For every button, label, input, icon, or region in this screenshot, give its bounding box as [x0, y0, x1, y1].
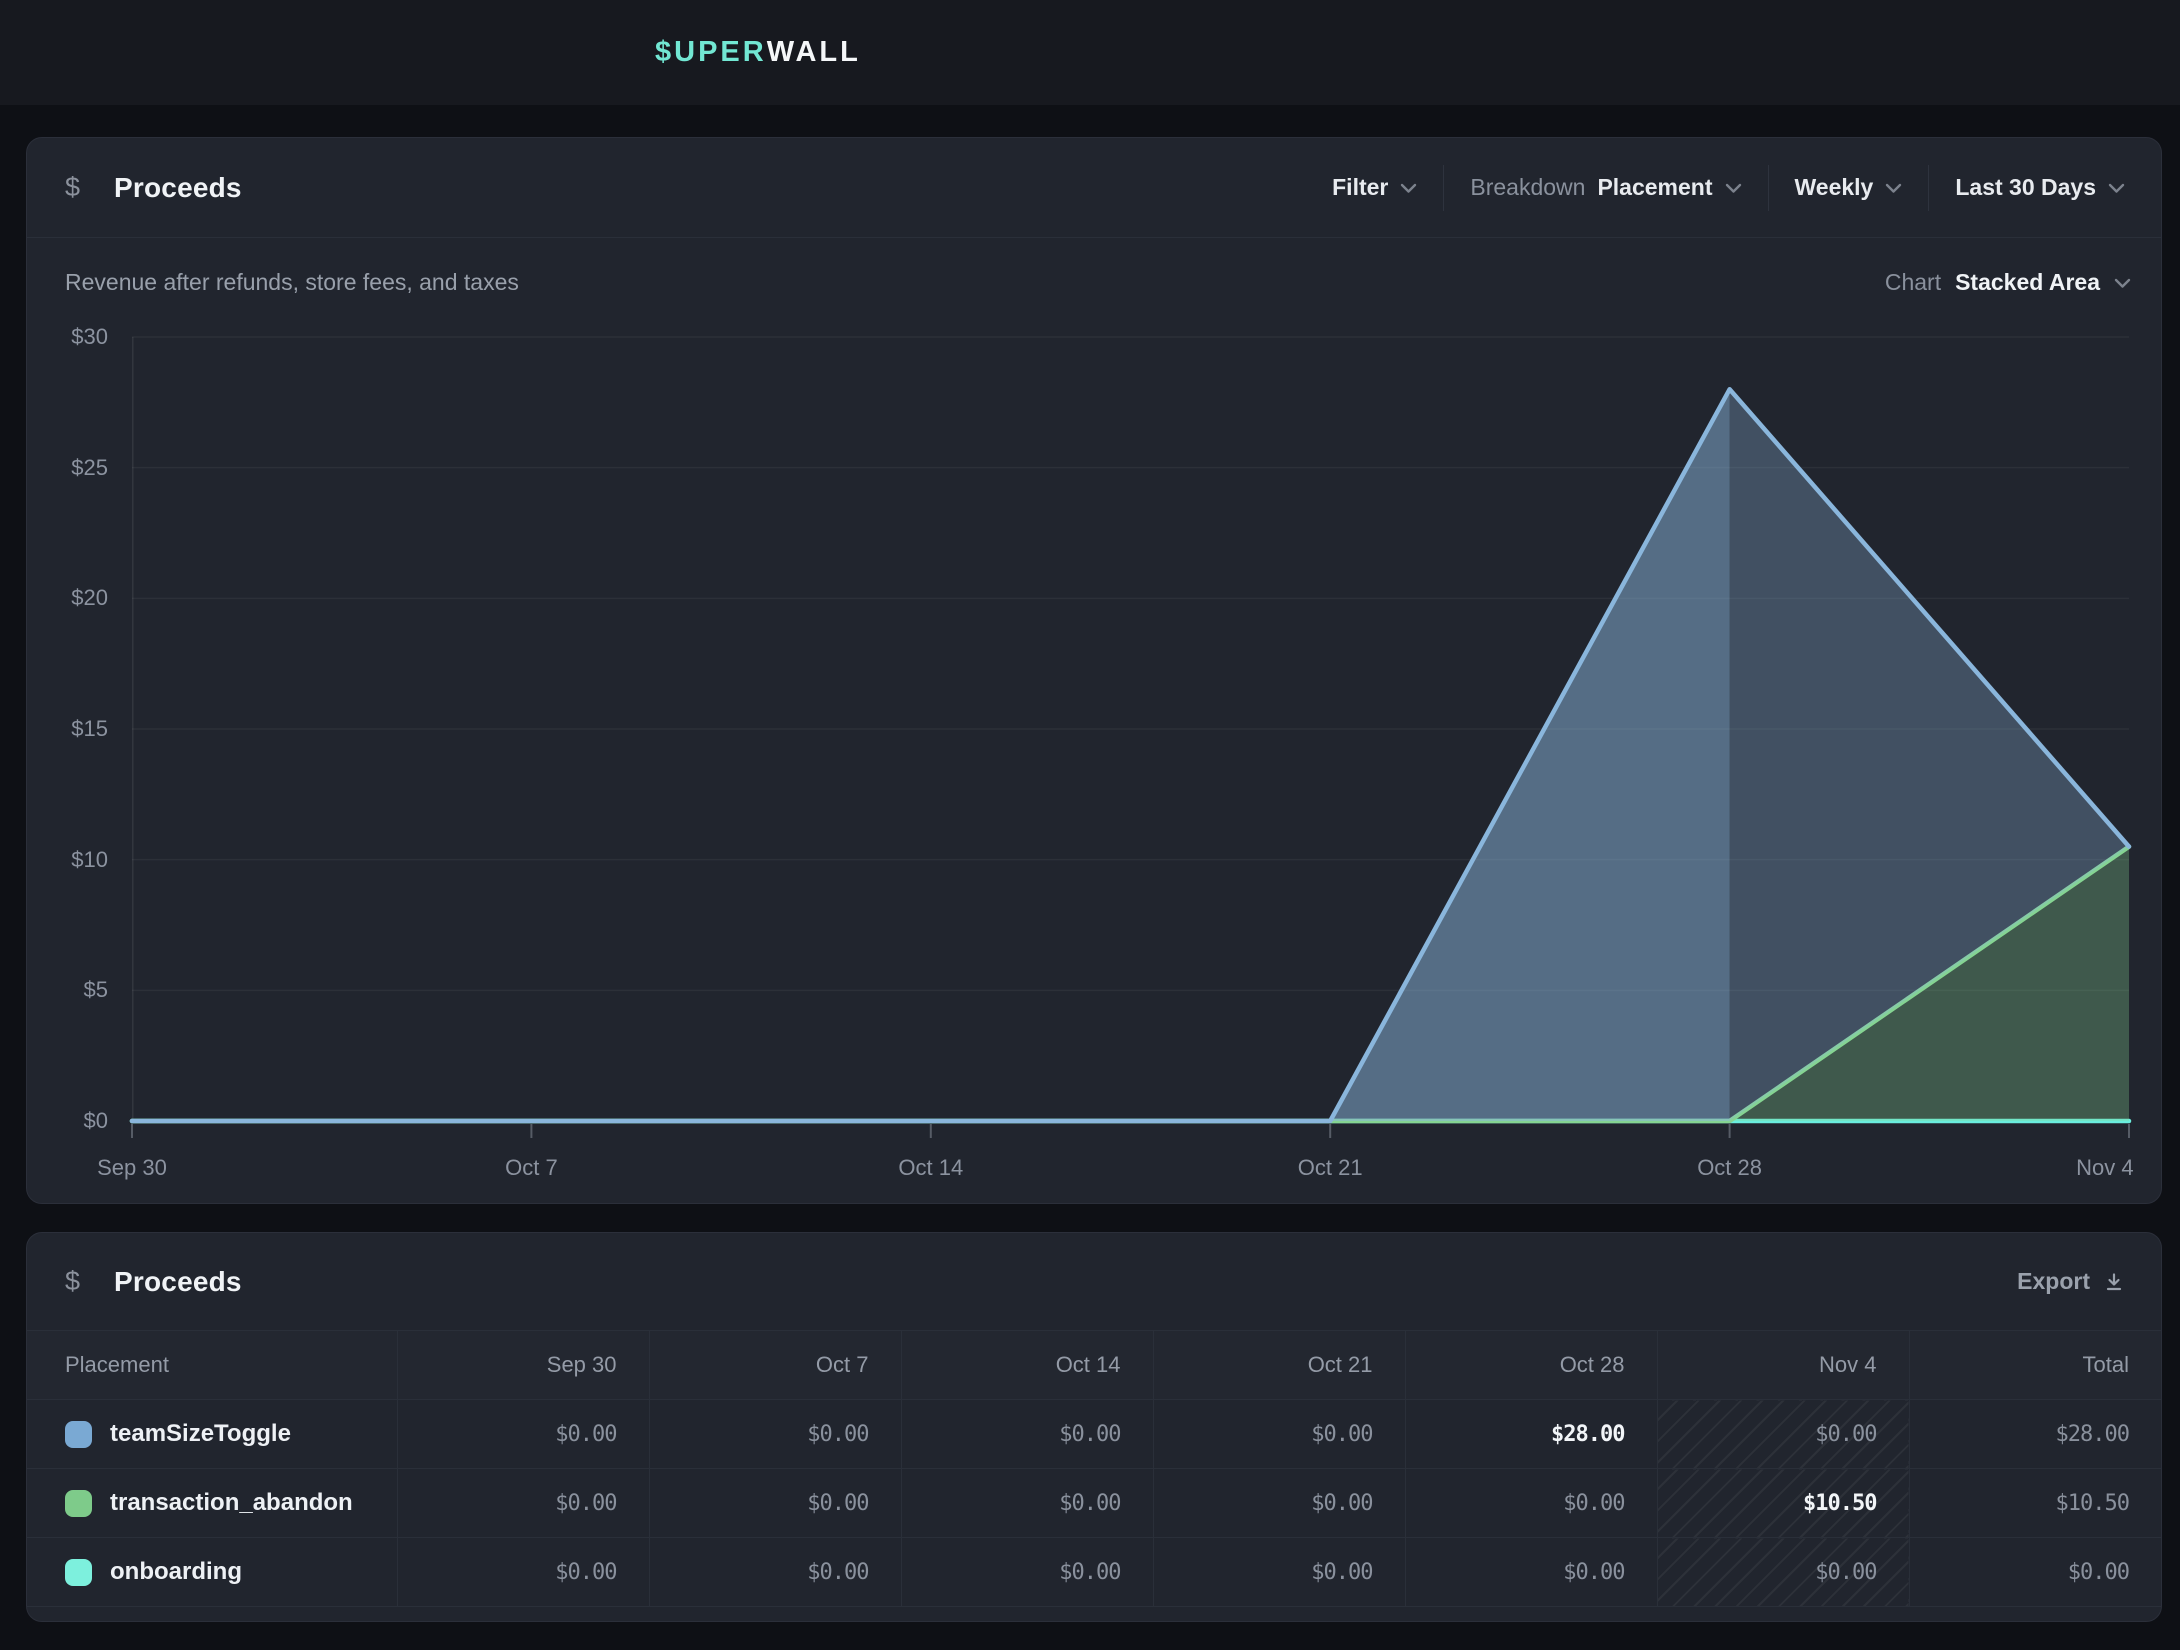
series-color-swatch	[65, 1421, 92, 1448]
y-axis-label: $25	[27, 454, 108, 482]
chart-sub-row: Revenue after refunds, store fees, and t…	[27, 250, 2161, 314]
export-button[interactable]: Export	[2017, 1268, 2124, 1295]
column-header-total: Total	[1909, 1331, 2161, 1400]
table-header-row: PlacementSep 30Oct 7Oct 14Oct 21Oct 28No…	[27, 1331, 2161, 1400]
superwall-logo[interactable]: $UPERWALL	[655, 0, 861, 105]
chart-card-header: $ Proceeds Filter Breakdown Placement We…	[27, 138, 2161, 238]
chevron-down-icon	[1885, 183, 1902, 194]
column-header-nov-4: Nov 4	[1657, 1331, 1909, 1400]
placement-name: teamSizeToggle	[110, 1420, 291, 1448]
y-axis-label: $0	[27, 1107, 108, 1135]
value-cell: $0.00	[901, 1400, 1153, 1469]
placement-name-cell: transaction_abandon	[27, 1469, 397, 1538]
value-cell: $0.00	[397, 1538, 649, 1607]
chevron-down-icon	[1400, 183, 1417, 194]
value-cell: $0.00	[1657, 1400, 1909, 1469]
stacked-area-plot[interactable]	[132, 337, 2129, 1121]
download-icon	[2104, 1272, 2124, 1292]
x-axis-label: Oct 14	[898, 1154, 963, 1182]
value-cell: $0.00	[901, 1469, 1153, 1538]
chart-card-title: Proceeds	[114, 172, 242, 204]
value-cell: $0.00	[649, 1538, 901, 1607]
column-header-sep-30: Sep 30	[397, 1331, 649, 1400]
value-cell: $0.00	[1657, 1538, 1909, 1607]
chart-type-value: Stacked Area	[1955, 269, 2100, 296]
chart-controls: Filter Breakdown Placement Weekly Last 3…	[1306, 138, 2131, 237]
value-cell: $0.00	[397, 1400, 649, 1469]
chart-type-dropdown[interactable]: Chart Stacked Area	[1885, 269, 2131, 296]
logo-dollar-part: $UPER	[655, 36, 767, 69]
proceeds-table-card: $ Proceeds Export PlacementSep 30Oct 7Oc…	[26, 1232, 2162, 1622]
x-axis-label: Oct 28	[1697, 1154, 1762, 1182]
y-axis-label: $10	[27, 846, 108, 874]
date-range-value: Last 30 Days	[1955, 174, 2096, 201]
series-color-swatch	[65, 1559, 92, 1586]
column-header-oct-14: Oct 14	[901, 1331, 1153, 1400]
placement-name: transaction_abandon	[110, 1489, 353, 1517]
column-header-placement: Placement	[27, 1331, 397, 1400]
filter-label: Filter	[1332, 174, 1388, 201]
value-cell: $0.00	[1405, 1469, 1657, 1538]
placement-name-cell: teamSizeToggle	[27, 1400, 397, 1469]
table-row-transaction_abandon: transaction_abandon$0.00$0.00$0.00$0.00$…	[27, 1469, 2161, 1538]
table-row-onboarding: onboarding$0.00$0.00$0.00$0.00$0.00$0.00…	[27, 1538, 2161, 1607]
filter-dropdown[interactable]: Filter	[1306, 174, 1443, 201]
chart-type-label: Chart	[1885, 269, 1941, 296]
chevron-down-icon	[2108, 183, 2125, 194]
breakdown-dropdown[interactable]: Breakdown Placement	[1444, 174, 1767, 201]
dollar-icon: $	[65, 1266, 80, 1297]
column-header-oct-28: Oct 28	[1405, 1331, 1657, 1400]
value-cell: $0.00	[649, 1400, 901, 1469]
value-cell: $0.00	[1909, 1538, 2161, 1607]
date-range-dropdown[interactable]: Last 30 Days	[1929, 174, 2131, 201]
x-axis-label: Oct 21	[1298, 1154, 1363, 1182]
table-card-header: $ Proceeds Export	[27, 1233, 2161, 1330]
export-label: Export	[2017, 1268, 2090, 1295]
value-cell: $0.00	[1405, 1538, 1657, 1607]
value-cell: $0.00	[1153, 1538, 1405, 1607]
interval-dropdown[interactable]: Weekly	[1769, 174, 1929, 201]
column-header-oct-7: Oct 7	[649, 1331, 901, 1400]
column-header-oct-21: Oct 21	[1153, 1331, 1405, 1400]
value-cell: $0.00	[901, 1538, 1153, 1607]
topbar: $UPERWALL	[0, 0, 2180, 105]
value-cell: $10.50	[1909, 1469, 2161, 1538]
chart-subtitle: Revenue after refunds, store fees, and t…	[65, 269, 519, 296]
y-axis-label: $5	[27, 976, 108, 1004]
logo-wall-part: WALL	[767, 36, 861, 69]
value-cell: $0.00	[1153, 1469, 1405, 1538]
value-cell: $28.00	[1405, 1400, 1657, 1469]
x-axis-label: Oct 7	[505, 1154, 558, 1182]
value-cell: $28.00	[1909, 1400, 2161, 1469]
placement-name-cell: onboarding	[27, 1538, 397, 1607]
placement-name: onboarding	[110, 1558, 242, 1586]
value-cell: $0.00	[649, 1469, 901, 1538]
y-axis-label: $30	[27, 323, 108, 351]
x-axis-label: Nov 4	[2076, 1154, 2133, 1182]
table-card-title: Proceeds	[114, 1266, 242, 1298]
y-axis-label: $15	[27, 715, 108, 743]
breakdown-value: Placement	[1597, 174, 1712, 201]
value-cell: $0.00	[397, 1469, 649, 1538]
proceeds-table: PlacementSep 30Oct 7Oct 14Oct 21Oct 28No…	[27, 1330, 2161, 1607]
breakdown-label: Breakdown	[1470, 174, 1585, 201]
chevron-down-icon	[1725, 183, 1742, 194]
y-axis-label: $20	[27, 584, 108, 612]
series-color-swatch	[65, 1490, 92, 1517]
proceeds-chart-card: $ Proceeds Filter Breakdown Placement We…	[26, 137, 2162, 1204]
table-row-teamSizeToggle: teamSizeToggle$0.00$0.00$0.00$0.00$28.00…	[27, 1400, 2161, 1469]
x-axis-label: Sep 30	[97, 1154, 167, 1182]
value-cell: $0.00	[1153, 1400, 1405, 1469]
value-cell: $10.50	[1657, 1469, 1909, 1538]
chevron-down-icon	[2114, 278, 2131, 289]
page: $UPERWALL $ Proceeds Filter Breakdown Pl…	[0, 0, 2180, 1650]
interval-value: Weekly	[1795, 174, 1874, 201]
dollar-icon: $	[65, 172, 80, 203]
